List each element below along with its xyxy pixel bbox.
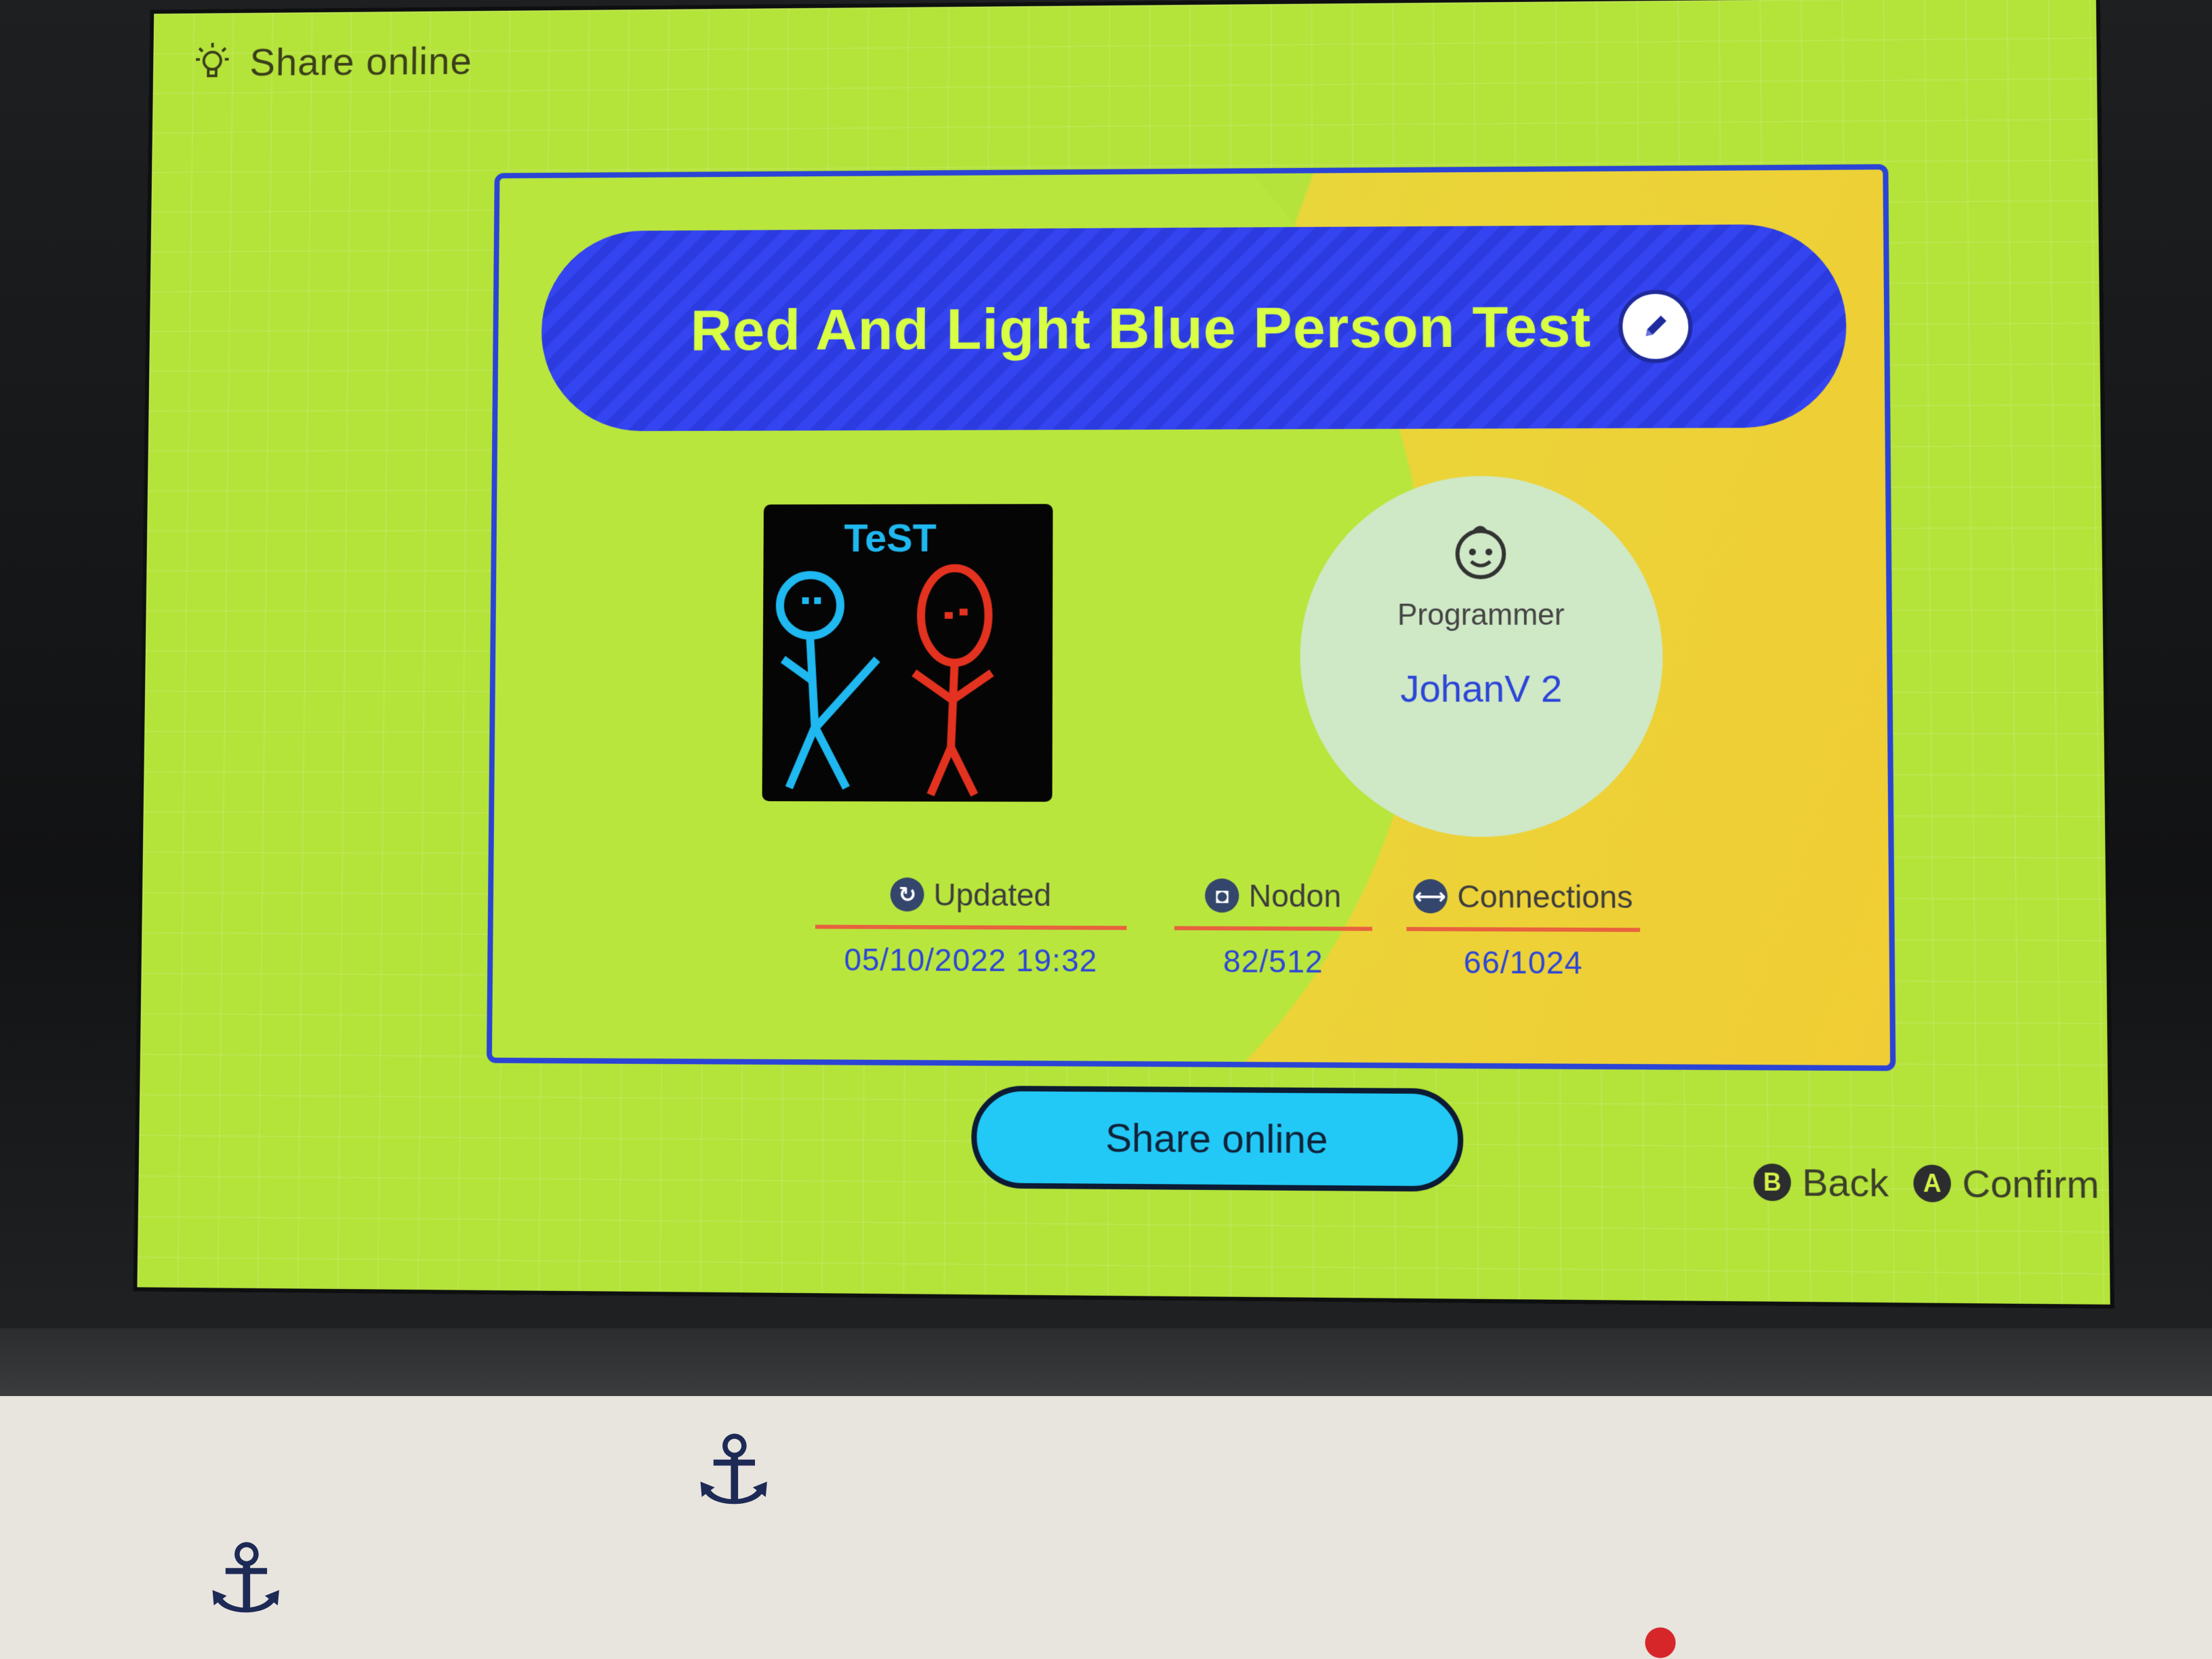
stat-connections-label: Connections — [1457, 878, 1633, 915]
nodon-icon: ◘ — [1205, 878, 1240, 913]
stick-figures-drawing: TeST — [762, 516, 1053, 802]
share-online-button[interactable]: Share online — [971, 1085, 1464, 1192]
refresh-icon: ↻ — [890, 877, 924, 912]
stat-updated-value: 05/10/2022 19:32 — [844, 941, 1098, 979]
stat-updated-label: Updated — [933, 876, 1052, 913]
back-hint[interactable]: B Back — [1753, 1160, 1889, 1206]
connection-icon: ⟷ — [1413, 879, 1448, 914]
level-info-panel: Red And Light Blue Person Test TeST Prog… — [486, 164, 1896, 1071]
edit-title-button[interactable] — [1618, 289, 1693, 363]
level-title: Red And Light Blue Person Test — [690, 293, 1592, 363]
stat-updated: ↻ Updated 05/10/2022 19:32 — [815, 876, 1127, 979]
stat-nodon: ◘ Nodon 82/512 — [1174, 877, 1372, 980]
programmer-name: JohanV 2 — [1400, 667, 1563, 710]
page-title: Share online — [249, 39, 473, 84]
programmer-face-icon — [1446, 516, 1515, 584]
stat-nodon-label: Nodon — [1248, 878, 1342, 914]
thumbnail-text: TeST — [844, 516, 937, 560]
programmer-label: Programmer — [1397, 598, 1565, 632]
lightbulb-icon — [189, 39, 236, 86]
a-button-icon: A — [1913, 1164, 1952, 1202]
level-title-bar[interactable]: Red And Light Blue Person Test — [540, 224, 1847, 432]
screen-header: Share online — [189, 37, 472, 86]
back-label: Back — [1801, 1160, 1889, 1205]
programmer-card[interactable]: Programmer JohanV 2 — [1300, 475, 1664, 838]
fabric-background: ⚓ ⚓ — [0, 1396, 2212, 1659]
stat-divider — [815, 924, 1127, 930]
anchor-pattern-icon: ⚓ — [691, 1417, 777, 1523]
stat-connections-value: 66/1024 — [1463, 944, 1583, 981]
stat-connections: ⟷ Connections 66/1024 — [1406, 878, 1641, 981]
level-thumbnail: TeST — [762, 504, 1053, 802]
pencil-icon — [1645, 315, 1667, 336]
game-screen: Share online Red And Light Blue Person T… — [137, 0, 2110, 1305]
confirm-hint[interactable]: A Confirm — [1913, 1160, 2100, 1207]
confirm-label: Confirm — [1962, 1161, 2100, 1206]
stat-divider — [1406, 926, 1641, 933]
anchor-pattern-icon: ⚓ — [203, 1525, 289, 1632]
stat-divider — [1174, 926, 1372, 931]
b-button-icon: B — [1753, 1163, 1791, 1201]
stat-nodon-value: 82/512 — [1223, 943, 1324, 980]
